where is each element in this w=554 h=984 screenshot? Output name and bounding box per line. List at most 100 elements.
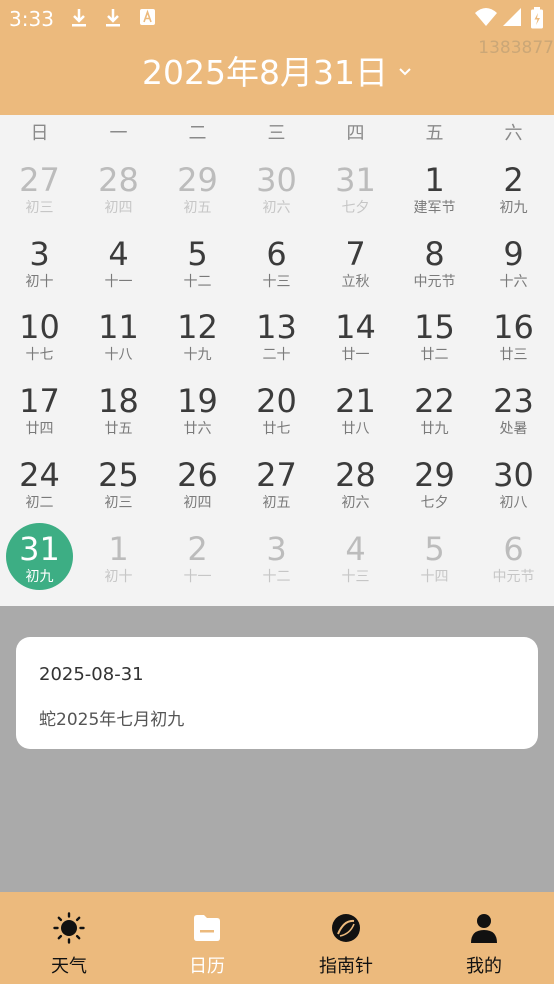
day-number: 31 (19, 529, 60, 568)
day-number: 3 (266, 529, 287, 568)
weekday-label: 四 (346, 123, 365, 144)
tab-weather[interactable]: 天气 (0, 892, 138, 984)
day-cell[interactable]: 19 廿六 (158, 375, 237, 449)
lunar-label: 中元节 (492, 568, 535, 585)
day-cell[interactable]: 5 十四 (395, 523, 474, 597)
day-cell[interactable]: 20 廿七 (237, 375, 316, 449)
lunar-label: 建军节 (413, 200, 456, 216)
day-cell[interactable]: 28 初四 (79, 154, 158, 228)
tab-label: 日历 (189, 956, 225, 977)
day-cell[interactable]: 22 廿九 (395, 375, 474, 449)
day-number: 1 (108, 529, 129, 568)
lunar-label: 十一 (183, 568, 212, 585)
lunar-label: 初五 (262, 494, 291, 511)
battery-icon (531, 7, 543, 29)
lunar-label: 十六 (499, 273, 528, 290)
day-cell[interactable]: 18 廿五 (79, 375, 158, 449)
day-cell[interactable]: 1 建军节 (395, 154, 474, 228)
weekday-label: 一 (109, 123, 128, 144)
day-number: 20 (256, 382, 297, 421)
tab-profile[interactable]: 我的 (415, 892, 553, 984)
day-number: 11 (98, 308, 139, 347)
day-cell[interactable]: 30 初八 (474, 449, 553, 523)
sun-icon (53, 912, 85, 944)
day-cell[interactable]: 10 十七 (0, 301, 79, 375)
day-cell[interactable]: 21 廿八 (316, 375, 395, 449)
day-number: 13 (256, 308, 297, 347)
tab-compass[interactable]: 指南针 (277, 892, 415, 984)
day-cell[interactable]: 4 十三 (316, 523, 395, 597)
day-number: 15 (414, 308, 455, 347)
day-cell[interactable]: 26 初四 (158, 449, 237, 523)
day-number: 9 (503, 234, 524, 273)
day-number: 2 (187, 529, 208, 568)
day-number: 23 (493, 382, 534, 421)
day-number: 5 (187, 234, 208, 273)
day-number: 4 (345, 529, 366, 568)
day-cell[interactable]: 30 初六 (237, 154, 316, 228)
day-number: 29 (414, 455, 455, 494)
day-cell[interactable]: 7 立秋 (316, 228, 395, 302)
day-cell[interactable]: 29 七夕 (395, 449, 474, 523)
lunar-label: 十七 (25, 347, 54, 364)
day-cell[interactable]: 13 二十 (237, 301, 316, 375)
day-cell[interactable]: 12 十九 (158, 301, 237, 375)
day-cell-selected[interactable]: 31 初九 (0, 522, 79, 597)
lunar-label: 初八 (499, 494, 528, 511)
day-cell[interactable]: 6 十三 (237, 228, 316, 302)
app-notification-icon (140, 9, 155, 25)
day-number: 29 (177, 161, 218, 199)
lunar-label: 十二 (262, 568, 291, 585)
lunar-label: 廿五 (104, 421, 133, 438)
date-picker-title[interactable]: 2025年8月31日 (0, 46, 554, 94)
day-number: 30 (256, 161, 297, 199)
day-cell[interactable]: 9 十六 (474, 228, 553, 302)
download-icon (106, 9, 120, 27)
day-cell[interactable]: 17 廿四 (0, 375, 79, 449)
day-cell[interactable]: 3 十二 (237, 523, 316, 597)
day-number: 25 (98, 455, 139, 494)
lunar-label: 廿九 (420, 421, 449, 438)
day-cell[interactable]: 24 初二 (0, 449, 79, 523)
day-cell[interactable]: 27 初五 (237, 449, 316, 523)
day-number: 22 (414, 382, 455, 421)
lunar-label: 廿二 (420, 347, 449, 364)
lunar-label: 廿一 (341, 347, 370, 364)
day-number: 19 (177, 382, 218, 421)
day-number: 24 (19, 455, 60, 494)
day-cell[interactable]: 11 十八 (79, 301, 158, 375)
day-cell[interactable]: 6 中元节 (474, 523, 553, 597)
day-cell[interactable]: 15 廿二 (395, 301, 474, 375)
tab-calendar[interactable]: 日历 (138, 892, 276, 984)
day-cell[interactable]: 28 初六 (316, 449, 395, 523)
lunar-label: 七夕 (420, 494, 449, 511)
day-cell[interactable]: 4 十一 (79, 228, 158, 302)
day-cell[interactable]: 8 中元节 (395, 228, 474, 302)
day-cell[interactable]: 2 初九 (474, 154, 553, 228)
day-cell[interactable]: 25 初三 (79, 449, 158, 523)
day-cell[interactable]: 1 初十 (79, 523, 158, 597)
day-number: 1 (424, 161, 445, 199)
weekday-label: 日 (30, 123, 49, 144)
day-cell[interactable]: 31 七夕 (316, 154, 395, 228)
bottom-tab-bar: 天气 日历 指南针 我的 (0, 892, 554, 984)
lunar-label: 初十 (104, 568, 133, 585)
calendar-grid: 日一二三四五六 27 初三 28 初四 29 初五 30 初六 31 七夕 1 建军节 2 初九 3 初十 4 十… (0, 115, 554, 606)
day-number: 21 (335, 382, 376, 421)
day-cell[interactable]: 23 处暑 (474, 375, 553, 449)
day-number: 28 (98, 161, 139, 199)
status-time: 3:33 (9, 7, 54, 31)
day-cell[interactable]: 3 初十 (0, 228, 79, 302)
day-cell[interactable]: 5 十二 (158, 228, 237, 302)
lunar-label: 初九 (499, 200, 528, 216)
lunar-label: 十四 (420, 568, 449, 585)
header-bar: 3:33 1383877 2025年8月31日 (0, 0, 554, 115)
day-cell[interactable]: 29 初五 (158, 154, 237, 228)
day-cell[interactable]: 14 廿一 (316, 301, 395, 375)
day-cell[interactable]: 2 十一 (158, 523, 237, 597)
chevron-down-icon (399, 67, 411, 75)
day-cell[interactable]: 27 初三 (0, 154, 79, 228)
wifi-icon (475, 8, 497, 26)
weekday-label: 六 (504, 123, 523, 144)
day-cell[interactable]: 16 廿三 (474, 301, 553, 375)
